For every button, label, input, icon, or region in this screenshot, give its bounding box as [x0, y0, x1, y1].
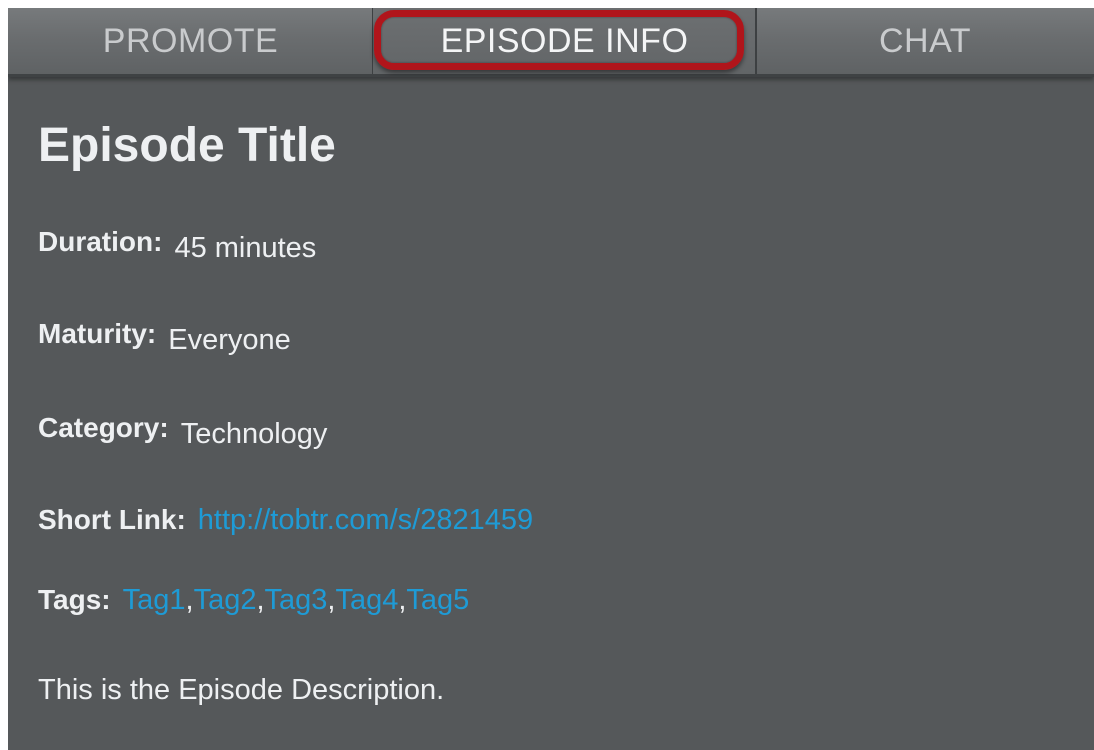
episode-title: Episode Title — [38, 119, 336, 172]
tab-bar: PROMOTE EPISODE INFO CHAT — [8, 8, 1094, 77]
maturity-row: Maturity: Everyone — [38, 318, 291, 356]
tag-link[interactable]: Tag4 — [335, 584, 398, 616]
tab-promote[interactable]: PROMOTE — [8, 8, 373, 74]
episode-panel: PROMOTE EPISODE INFO CHAT Episode Title … — [8, 8, 1094, 750]
maturity-label: Maturity: — [38, 318, 157, 349]
tab-chat[interactable]: CHAT — [756, 8, 1094, 74]
category-label: Category: — [38, 412, 169, 443]
tags-row: Tags: Tag1,Tag2,Tag3,Tag4,Tag5 — [38, 584, 470, 616]
duration-label: Duration: — [38, 226, 163, 257]
short-link-row: Short Link: http://tobtr.com/s/2821459 — [38, 504, 533, 537]
short-link-label: Short Link: — [38, 504, 186, 535]
tag-link[interactable]: Tag2 — [194, 584, 257, 616]
tag-link[interactable]: Tag5 — [406, 584, 469, 616]
duration-row: Duration: 45 minutes — [38, 226, 316, 264]
tags-label: Tags: — [38, 584, 111, 615]
maturity-value: Everyone — [168, 324, 291, 356]
short-link[interactable]: http://tobtr.com/s/2821459 — [198, 504, 533, 536]
duration-value: 45 minutes — [174, 232, 317, 264]
category-row: Category: Technology — [38, 412, 327, 450]
tag-link[interactable]: Tag3 — [265, 584, 328, 616]
tab-episode-info[interactable]: EPISODE INFO — [373, 8, 756, 74]
episode-description: This is the Episode Description. — [38, 674, 445, 706]
category-value: Technology — [180, 418, 328, 450]
tag-link[interactable]: Tag1 — [123, 584, 186, 616]
